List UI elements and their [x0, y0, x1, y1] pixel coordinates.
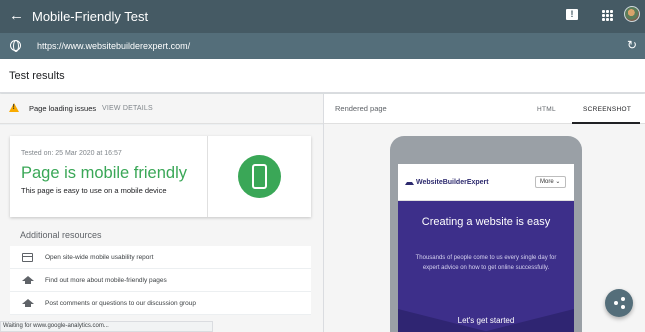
avatar[interactable]: [624, 6, 640, 22]
app-title: Mobile-Friendly Test: [32, 9, 149, 24]
warning-icon: [9, 103, 19, 112]
more-menu-button: More ⌄: [535, 176, 566, 188]
resource-label: Open site-wide mobile usability report: [45, 254, 154, 261]
hero-text: Thousands of people come to us every sin…: [415, 255, 557, 271]
share-button[interactable]: [605, 289, 633, 317]
reload-icon[interactable]: ↻: [627, 37, 637, 53]
smartphone-icon: [252, 164, 267, 189]
resource-list: Open site-wide mobile usability report F…: [10, 246, 311, 315]
mobile-friendly-badge: [238, 155, 281, 198]
resource-item-learn-more[interactable]: Find out more about mobile-friendly page…: [10, 269, 311, 292]
summary-card: Tested on: 25 Mar 2020 at 16:57 Page is …: [10, 136, 311, 217]
resource-item-discussion-group[interactable]: Post comments or questions to our discus…: [10, 292, 311, 315]
apps-grid-icon[interactable]: [602, 10, 613, 21]
browser-status-text: Waiting for www.google-analytics.com...: [0, 321, 213, 332]
site-hero: Creating a website is easy Thousands of …: [398, 201, 574, 332]
results-pane: Tested on: 25 Mar 2020 at 16:57 Page is …: [0, 125, 323, 332]
hero-title: Creating a website is easy: [421, 216, 551, 228]
resource-label: Find out more about mobile-friendly page…: [45, 277, 167, 284]
tab-screenshot[interactable]: SCREENSHOT: [583, 105, 631, 114]
site-header: WebsiteBuilderExpert More ⌄: [398, 164, 574, 201]
page-title: Test results: [9, 70, 65, 82]
url-bar: https://www.websitebuilderexpert.com/ ↻: [0, 33, 645, 59]
rendered-page-pane: Rendered page HTML SCREENSHOT WebsiteBui…: [324, 94, 645, 332]
results-header: Test results: [0, 59, 645, 93]
back-arrow-icon[interactable]: ←: [9, 6, 24, 26]
logo-icon: [405, 180, 414, 185]
school-icon: [22, 276, 34, 284]
resource-label: Post comments or questions to our discus…: [45, 300, 197, 307]
issues-label: Page loading issues: [29, 104, 97, 113]
additional-resources-heading: Additional resources: [20, 230, 102, 240]
resource-item-usability-report[interactable]: Open site-wide mobile usability report: [10, 246, 311, 269]
window-icon: [22, 253, 33, 262]
rendered-page-label: Rendered page: [335, 104, 387, 113]
feedback-icon[interactable]: !: [566, 9, 578, 20]
page-loading-issues-bar: Page loading issues VIEW DETAILS: [0, 94, 323, 124]
tested-on-text: Tested on: 25 Mar 2020 at 16:57: [21, 150, 122, 157]
phone-frame: WebsiteBuilderExpert More ⌄ Creating a w…: [390, 136, 582, 332]
school-icon: [22, 299, 34, 307]
app-header: ← Mobile-Friendly Test !: [0, 0, 645, 33]
verdict-heading: Page is mobile friendly: [21, 164, 187, 182]
page-screenshot: WebsiteBuilderExpert More ⌄ Creating a w…: [398, 164, 574, 332]
site-logo-text: WebsiteBuilderExpert: [416, 179, 489, 186]
active-tab-indicator: [572, 122, 640, 124]
card-divider: [207, 136, 208, 217]
verdict-description: This page is easy to use on a mobile dev…: [21, 186, 167, 195]
tab-html[interactable]: HTML: [537, 105, 556, 114]
globe-icon: [10, 40, 21, 52]
tested-url[interactable]: https://www.websitebuilderexpert.com/: [37, 40, 190, 52]
hero-cta: Let's get started: [457, 316, 515, 325]
share-icon: [621, 297, 625, 301]
view-details-link[interactable]: VIEW DETAILS: [102, 104, 153, 114]
rendered-page-header: Rendered page HTML SCREENSHOT: [324, 94, 645, 124]
